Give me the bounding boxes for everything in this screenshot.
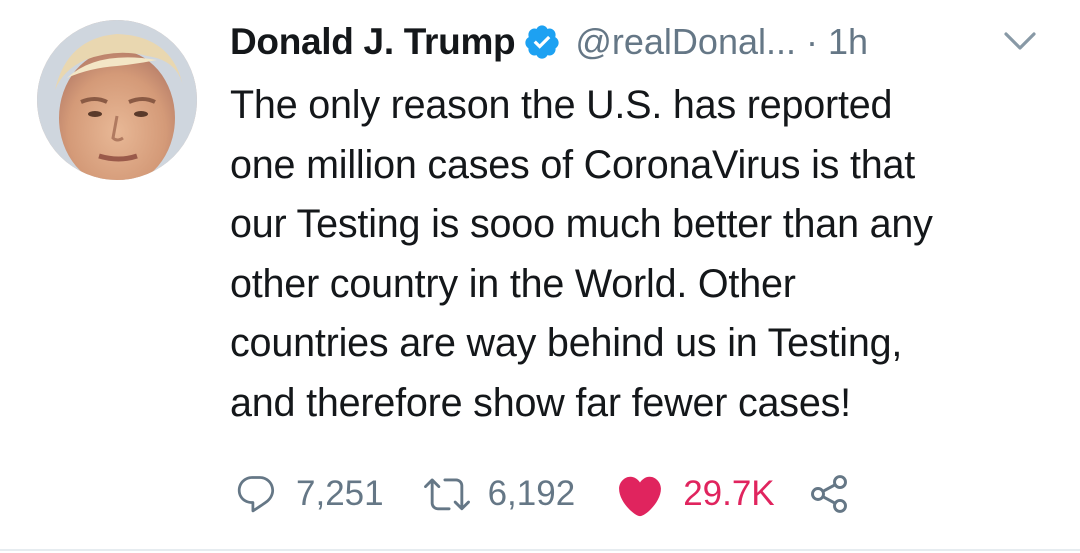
display-name[interactable]: Donald J. Trump: [230, 21, 516, 63]
share-button[interactable]: [807, 472, 851, 516]
like-button[interactable]: 29.7K: [615, 471, 775, 517]
retweet-icon: [423, 471, 470, 517]
verified-badge-icon: [523, 23, 561, 61]
author-handle[interactable]: @realDonal...: [575, 21, 796, 63]
reply-button[interactable]: 7,251: [234, 472, 384, 516]
share-icon: [807, 472, 851, 516]
heart-icon: [615, 471, 665, 517]
retweet-button[interactable]: 6,192: [423, 471, 576, 517]
tweet-header: Donald J. Trump @realDonal... · 1h: [230, 14, 868, 70]
like-count: 29.7K: [683, 474, 775, 513]
reply-icon: [234, 472, 278, 516]
separator-dot: ·: [806, 21, 818, 62]
tweet-actions: 7,251 6,192 29.7K: [234, 466, 851, 522]
profile-photo-icon: [37, 20, 197, 180]
chevron-down-icon[interactable]: [1002, 26, 1038, 56]
divider: [0, 549, 1080, 551]
avatar[interactable]: [37, 20, 197, 180]
retweet-count: 6,192: [487, 474, 576, 513]
reply-count: 7,251: [296, 474, 384, 513]
tweet-card[interactable]: Donald J. Trump @realDonal... · 1h The o…: [0, 0, 1080, 553]
tweet-text: The only reason the U.S. has reported on…: [230, 83, 933, 425]
timestamp[interactable]: 1h: [828, 21, 868, 63]
